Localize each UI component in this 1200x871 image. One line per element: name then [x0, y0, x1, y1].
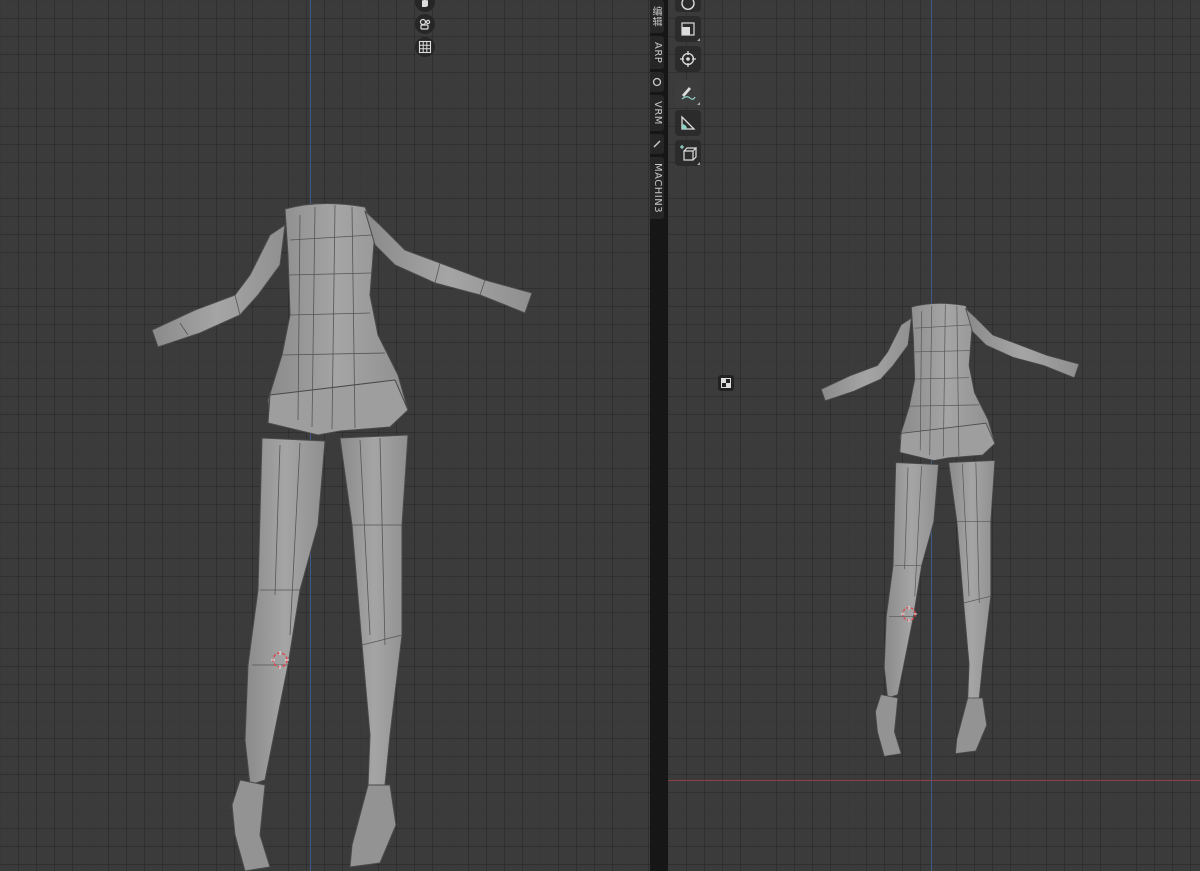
add-cube-tool[interactable] — [675, 140, 701, 166]
left-viewport[interactable] — [0, 0, 650, 871]
camera-icon[interactable] — [415, 14, 435, 34]
tab-circle-icon[interactable] — [650, 72, 664, 93]
rotate-tool[interactable] — [675, 0, 701, 12]
x-axis-line — [668, 780, 1200, 781]
tab-edit[interactable]: 编辑 — [650, 0, 664, 33]
rotate-icon — [681, 0, 695, 10]
annotate-icon — [681, 87, 696, 100]
measure-tool[interactable] — [675, 110, 701, 136]
transform-tool[interactable] — [675, 46, 701, 72]
character-mesh-small[interactable] — [813, 282, 1098, 772]
add-cube-icon — [680, 145, 697, 161]
transform-icon — [680, 51, 696, 67]
circle-icon — [652, 78, 662, 87]
checker-overlay-icon[interactable] — [718, 375, 734, 391]
toolbar — [675, 0, 705, 170]
scale-tool[interactable] — [675, 16, 701, 42]
tab-arp[interactable]: ARP — [650, 36, 664, 70]
annotate-tool[interactable] — [675, 80, 701, 106]
n-panel-tabs: 编辑 ARP VRM MACHIN3 — [650, 0, 666, 222]
right-viewport[interactable] — [668, 0, 1200, 871]
pen-icon — [653, 140, 661, 148]
character-mesh-large[interactable] — [140, 195, 560, 871]
hand-pan-icon[interactable] — [415, 0, 435, 12]
grid-view-icon[interactable] — [415, 37, 435, 57]
tab-machin3[interactable]: MACHIN3 — [650, 157, 664, 220]
tab-vrm[interactable]: VRM — [650, 95, 664, 132]
scale-icon — [681, 22, 695, 36]
measure-icon — [681, 115, 696, 130]
3d-cursor-icon[interactable] — [900, 605, 918, 623]
tab-pen-icon[interactable] — [650, 134, 664, 155]
3d-cursor-icon[interactable] — [270, 650, 290, 670]
